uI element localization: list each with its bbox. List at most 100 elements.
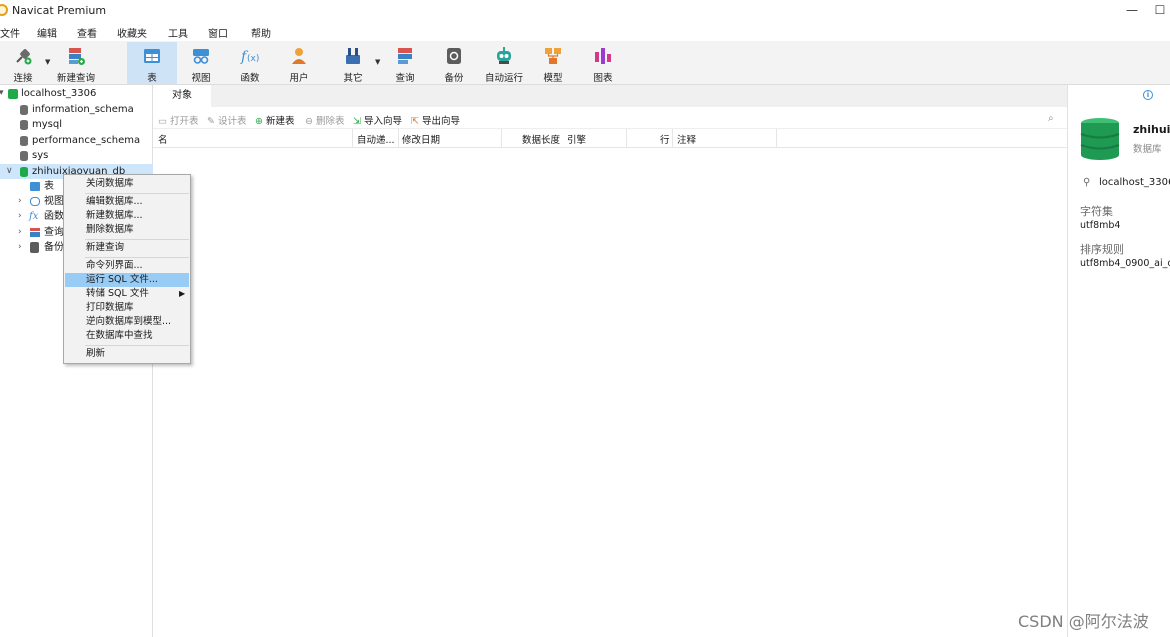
- tree-db-information-schema[interactable]: information_schema: [0, 102, 153, 117]
- user-icon: [292, 48, 306, 64]
- toolbar-model-button[interactable]: 模型: [528, 42, 578, 84]
- dropdown-arrow-icon[interactable]: ▼: [45, 58, 50, 66]
- robot-icon: [497, 47, 511, 64]
- tab-objects[interactable]: 对象: [153, 85, 211, 107]
- toolbar-label: 查询: [395, 73, 415, 84]
- menu-edit-database[interactable]: 编辑数据库...: [65, 195, 189, 209]
- design-table-button[interactable]: ✎ 设计表: [207, 113, 247, 127]
- column-divider[interactable]: [398, 129, 399, 148]
- menu-refresh[interactable]: 刷新: [65, 347, 189, 361]
- menu-tools[interactable]: 工具: [168, 25, 188, 40]
- tree-label: 函数: [44, 211, 64, 222]
- menu-view[interactable]: 查看: [77, 25, 97, 40]
- toolbar-label: 表: [147, 73, 157, 84]
- chevron-right-icon[interactable]: ›: [18, 194, 22, 209]
- submenu-arrow-icon: ▶: [179, 289, 186, 298]
- tree-label: performance_schema: [32, 135, 141, 146]
- toolbar-label: 模型: [543, 73, 563, 84]
- column-modified-date[interactable]: 修改日期: [402, 132, 440, 146]
- menu-command-line[interactable]: 命令列界面...: [65, 259, 189, 273]
- new-table-button[interactable]: ⊕ 新建表: [255, 113, 295, 127]
- column-comment[interactable]: 注释: [677, 132, 696, 146]
- navicat-logo-icon: [0, 4, 8, 16]
- column-auto-increment[interactable]: 自动递...: [357, 132, 395, 146]
- function-icon: f (x): [240, 49, 259, 65]
- menu-new-query[interactable]: 新建查询: [65, 241, 189, 255]
- delete-table-button[interactable]: ⊖ 删除表: [305, 113, 345, 127]
- toolbar-chart-button[interactable]: 图表: [578, 42, 628, 84]
- info-icon[interactable]: i: [1143, 90, 1153, 100]
- chevron-right-icon[interactable]: ›: [18, 225, 22, 240]
- tree-db-mysql[interactable]: mysql: [0, 117, 153, 132]
- model-icon: [545, 48, 561, 64]
- plug-icon: [16, 49, 32, 65]
- button-label: 设计表: [218, 116, 247, 127]
- tab-bar: 对象: [153, 85, 1067, 107]
- function-icon: fx: [29, 211, 39, 222]
- menu-run-sql-file[interactable]: 运行 SQL 文件...: [65, 273, 189, 287]
- window-title: Navicat Premium: [12, 4, 107, 17]
- menu-close-database[interactable]: 关闭数据库: [65, 177, 189, 191]
- database-open-icon: [20, 167, 28, 177]
- export-icon: ⇱: [411, 116, 419, 127]
- column-divider[interactable]: [501, 129, 502, 148]
- menu-print-database[interactable]: 打印数据库: [65, 301, 189, 315]
- toolbar-new-query-button[interactable]: 新建查询: [51, 42, 101, 84]
- maximize-button[interactable]: ☐: [1150, 2, 1170, 18]
- chevron-right-icon[interactable]: ›: [18, 240, 22, 255]
- tree-db-sys[interactable]: sys: [0, 148, 153, 163]
- toolbar-query-button[interactable]: 查询: [380, 42, 430, 84]
- column-divider[interactable]: [776, 129, 777, 148]
- tree-label: 视图: [44, 196, 64, 207]
- toolbar-other-button[interactable]: 其它: [328, 42, 378, 84]
- open-table-button[interactable]: ▭ 打开表: [158, 113, 199, 127]
- search-icon[interactable]: ⌕: [1048, 113, 1054, 124]
- connection-icon: [8, 89, 18, 99]
- column-data-length[interactable]: 数据长度: [522, 132, 560, 146]
- toolbar-table-button[interactable]: 表: [127, 42, 177, 84]
- connection-icon: ⚲: [1083, 177, 1091, 188]
- database-large-icon: [1080, 118, 1120, 160]
- menu-favorites[interactable]: 收藏夹: [117, 25, 147, 40]
- column-divider[interactable]: [626, 129, 627, 148]
- toolbar-view-button[interactable]: 视图: [176, 42, 226, 84]
- export-wizard-button[interactable]: ⇱ 导出向导: [411, 113, 460, 127]
- menu-file[interactable]: 文件: [0, 25, 20, 40]
- tree-connection-localhost[interactable]: ▾ localhost_3306: [0, 86, 153, 101]
- info-panel: i zhihuix 数据库 ⚲ localhost_3306 字符集 utf8m…: [1067, 85, 1170, 637]
- toolbar-user-button[interactable]: 用户: [274, 42, 324, 84]
- tree-db-performance-schema[interactable]: performance_schema: [0, 133, 153, 148]
- toolbar-automation-button[interactable]: 自动运行: [479, 42, 529, 84]
- menu-find-in-database[interactable]: 在数据库中查找: [65, 329, 189, 343]
- minimize-button[interactable]: —: [1122, 2, 1142, 18]
- column-engine[interactable]: 引擎: [567, 132, 586, 146]
- menu-reverse-to-model[interactable]: 逆向数据库到模型...: [65, 315, 189, 329]
- import-wizard-button[interactable]: ⇲ 导入向导: [353, 113, 402, 127]
- menu-delete-database[interactable]: 删除数据库: [65, 223, 189, 237]
- column-divider[interactable]: [672, 129, 673, 148]
- toolbar-backup-button[interactable]: 备份: [429, 42, 479, 84]
- table-icon: [30, 182, 40, 191]
- chevron-right-icon[interactable]: ›: [18, 209, 22, 224]
- column-name[interactable]: 名: [158, 132, 168, 146]
- button-label: 导出向导: [422, 116, 461, 127]
- column-rows[interactable]: 行: [660, 132, 670, 146]
- toolbar-connect-button[interactable]: 连接: [0, 42, 48, 84]
- column-divider[interactable]: [352, 129, 353, 148]
- tools-icon: [346, 48, 360, 64]
- database-context-menu: 关闭数据库 编辑数据库... 新建数据库... 删除数据库 新建查询 命令列界面…: [63, 174, 191, 364]
- menu-window[interactable]: 窗口: [208, 25, 228, 40]
- menu-new-database[interactable]: 新建数据库...: [65, 209, 189, 223]
- title-bar: Navicat Premium — ☐: [0, 0, 1170, 21]
- chevron-down-icon[interactable]: ▾: [0, 86, 4, 101]
- toolbar-function-button[interactable]: f (x) 函数: [225, 42, 275, 84]
- menu-dump-sql-file[interactable]: 转储 SQL 文件: [65, 287, 189, 301]
- menu-help[interactable]: 帮助: [251, 25, 271, 40]
- database-icon: [20, 151, 28, 161]
- chevron-down-icon[interactable]: ∨: [6, 164, 13, 179]
- toolbar-label: 备份: [444, 73, 464, 84]
- db-name: zhihuix: [1133, 123, 1170, 136]
- menu-edit[interactable]: 编辑: [37, 25, 57, 40]
- query-icon-body: [30, 232, 40, 237]
- new-query-icon: [69, 48, 85, 65]
